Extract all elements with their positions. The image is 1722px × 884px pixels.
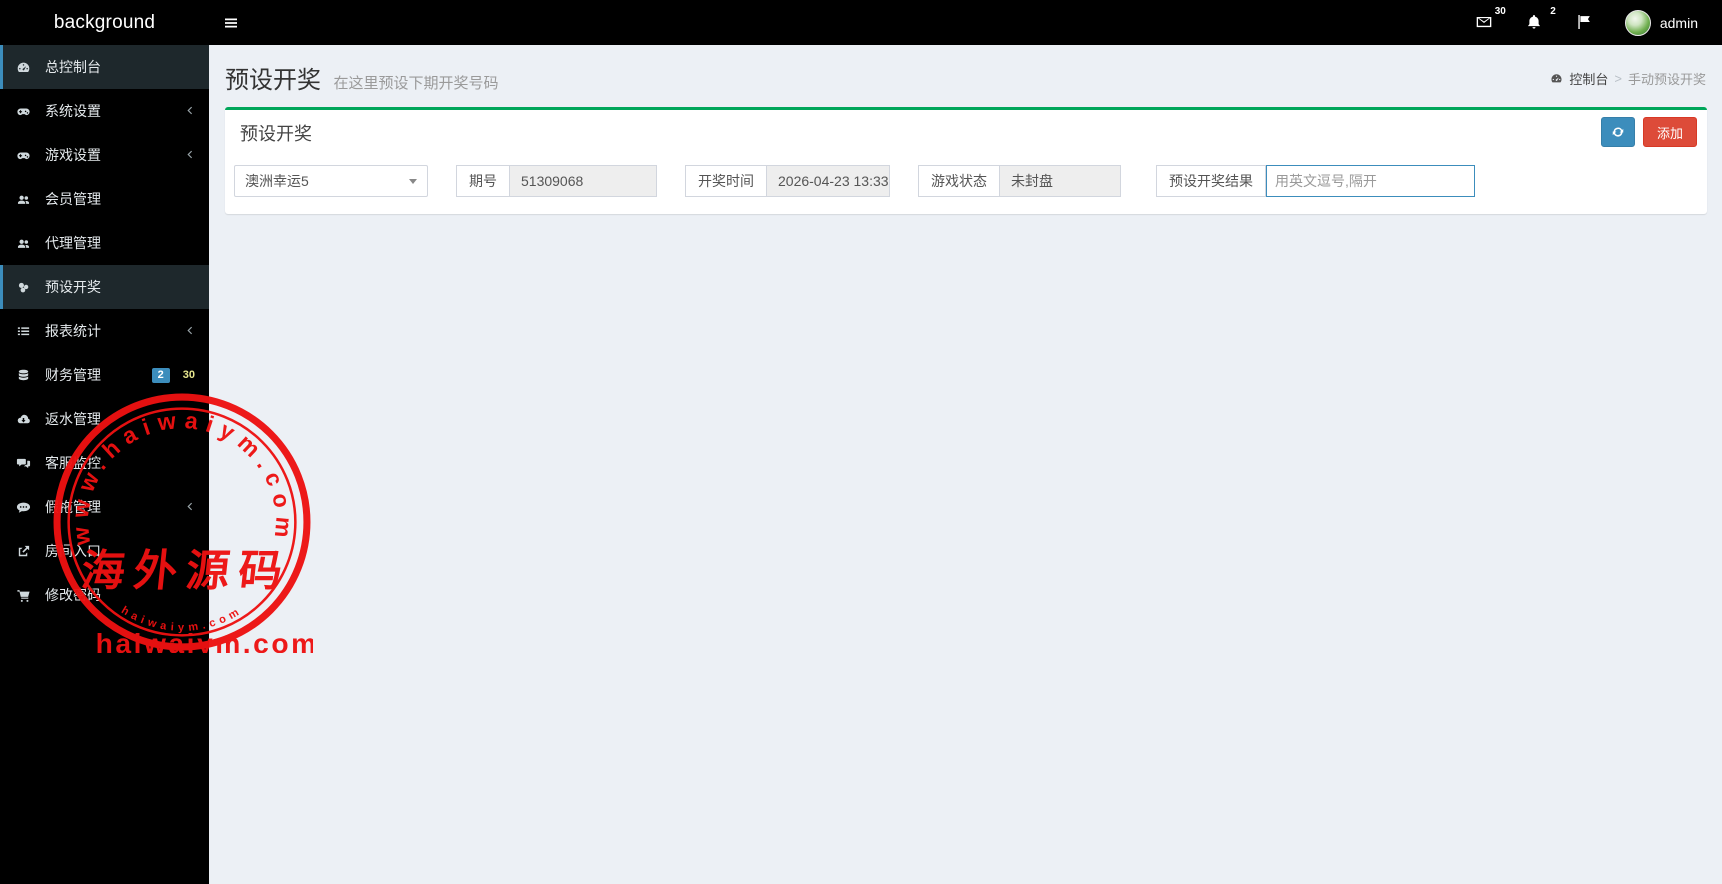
panel-title: 预设开奖	[240, 124, 312, 144]
notification-count-badge: 2	[1550, 5, 1556, 17]
chevron-left-icon	[184, 324, 201, 338]
game-status-value: 未封盘	[1000, 165, 1121, 197]
users-icon	[16, 235, 36, 251]
comments-icon	[16, 455, 36, 471]
sidebar-item-label: 游戏设置	[45, 147, 101, 163]
chevron-down-icon	[409, 178, 417, 184]
preset-result-group: 预设开奖结果	[1156, 165, 1475, 197]
sidebar-item-label: 房间入口	[45, 543, 101, 559]
gamepad-icon	[16, 147, 36, 163]
panel-header: 预设开奖 添加	[225, 110, 1707, 154]
status-badge: 30	[182, 368, 195, 381]
preset-result-label: 预设开奖结果	[1156, 165, 1266, 197]
page-title: 预设开奖	[225, 67, 321, 94]
user-name: admin	[1659, 14, 1698, 31]
sidebar-menu: 总控制台系统设置游戏设置会员管理代理管理预设开奖报表统计财务管理 2 30 返水管理客…	[0, 45, 209, 617]
dashboard-icon	[1550, 72, 1563, 85]
envelope-icon	[1475, 16, 1493, 35]
content-header: 预设开奖 在这里预设下期开奖号码 控制台 > 手动预设开奖	[209, 45, 1722, 107]
breadcrumb-home[interactable]: 控制台	[1569, 69, 1608, 88]
draw-time-group: 开奖时间 2026-04-23 13:33:4	[685, 165, 890, 197]
main-content: 预设开奖 在这里预设下期开奖号码 控制台 > 手动预设开奖 预设开奖 添加 澳洲…	[209, 45, 1722, 884]
share-icon	[16, 543, 36, 559]
panel-body: 澳洲幸运5 期号 51309068 开奖时间 2026-04-23 13:33:…	[225, 154, 1707, 214]
sidebar-item-label: 客服监控	[45, 455, 101, 471]
cart-icon	[16, 587, 36, 603]
breadcrumb-separator: >	[1614, 71, 1622, 86]
breadcrumb: 控制台 > 手动预设开奖	[1550, 69, 1706, 88]
refresh-button[interactable]	[1600, 117, 1635, 147]
sidebar-item-label: 报表统计	[45, 323, 101, 339]
issue-value: 51309068	[510, 165, 657, 197]
page-subtitle: 在这里预设下期开奖号码	[333, 75, 499, 92]
avatar	[1624, 9, 1651, 36]
refresh-icon	[1611, 125, 1625, 139]
cloud-download-icon	[16, 411, 36, 427]
flag-icon	[1575, 14, 1593, 35]
issue-group: 期号 51309068	[456, 165, 657, 197]
flag-menu[interactable]	[1575, 13, 1595, 33]
comment-icon	[16, 499, 36, 515]
sidebar-item-label: 财务管理	[45, 367, 101, 383]
sidebar-item-label: 会员管理	[45, 191, 101, 207]
sidebar-item-label: 修改密码	[45, 587, 101, 603]
sidebar-item-label: 系统设置	[45, 103, 101, 119]
top-bar: background 30 2 admin	[0, 0, 1722, 45]
app-logo[interactable]: background	[0, 0, 209, 45]
sidebar-item-preset-draw[interactable]: 预设开奖	[0, 265, 209, 309]
panel-tools: 添加	[1600, 117, 1697, 147]
database-icon	[16, 367, 36, 383]
chevron-left-icon	[184, 500, 201, 514]
sidebar-item-rebate[interactable]: 返水管理	[0, 397, 209, 441]
sidebar-item-system-settings[interactable]: 系统设置	[0, 89, 209, 133]
users-icon	[16, 191, 36, 207]
sidebar-item-dashboard[interactable]: 总控制台	[0, 45, 209, 89]
mail-count-badge: 30	[1494, 5, 1506, 17]
sidebar-item-members[interactable]: 会员管理	[0, 177, 209, 221]
sidebar-item-agents[interactable]: 代理管理	[0, 221, 209, 265]
sidebar-item-support-monitor[interactable]: 客服监控	[0, 441, 209, 485]
draw-time-label: 开奖时间	[685, 165, 767, 197]
game-status-label: 游戏状态	[918, 165, 1000, 197]
bell-icon	[1525, 14, 1543, 35]
preset-result-input[interactable]	[1266, 165, 1475, 197]
draw-time-value: 2026-04-23 13:33:4	[767, 165, 890, 197]
sidebar-item-finance[interactable]: 财务管理 2 30	[0, 353, 209, 397]
sidebar: 总控制台系统设置游戏设置会员管理代理管理预设开奖报表统计财务管理 2 30 返水管理客…	[0, 45, 209, 884]
game-select-value: 澳洲幸运5	[245, 173, 309, 189]
balls-icon	[16, 279, 36, 295]
list-icon	[16, 323, 36, 339]
chevron-left-icon	[184, 104, 201, 118]
sidebar-item-label: 代理管理	[45, 235, 101, 251]
user-menu[interactable]: admin	[1624, 9, 1698, 36]
notifications-icon[interactable]: 2	[1525, 6, 1556, 35]
issue-label: 期号	[456, 165, 510, 197]
sidebar-item-room-entry[interactable]: 房间入口	[0, 529, 209, 573]
chevron-left-icon	[184, 148, 201, 162]
hamburger-icon[interactable]	[209, 0, 253, 45]
add-button[interactable]: 添加	[1642, 117, 1697, 147]
sidebar-item-reports[interactable]: 报表统计	[0, 309, 209, 353]
dashboard-icon	[16, 59, 36, 75]
status-badge: 2	[151, 367, 170, 383]
sidebar-item-label: 预设开奖	[45, 279, 101, 295]
sidebar-item-label: 返水管理	[45, 411, 101, 427]
sidebar-badges: 2 30	[151, 367, 201, 383]
sidebar-item-fake-drag[interactable]: 假拖管理	[0, 485, 209, 529]
breadcrumb-current: 手动预设开奖	[1627, 72, 1706, 87]
mail-icon[interactable]: 30	[1475, 6, 1506, 35]
preset-draw-panel: 预设开奖 添加 澳洲幸运5 期号 51309068 开奖时间 2026-04-2…	[225, 107, 1707, 214]
gamepad-icon	[16, 103, 36, 119]
game-select[interactable]: 澳洲幸运5	[234, 165, 428, 197]
top-right-nav: 30 2 admin	[1475, 6, 1722, 36]
sidebar-item-game-settings[interactable]: 游戏设置	[0, 133, 209, 177]
sidebar-item-label: 总控制台	[45, 59, 101, 75]
game-status-group: 游戏状态 未封盘	[918, 165, 1121, 197]
sidebar-item-label: 假拖管理	[45, 499, 101, 515]
sidebar-item-change-password[interactable]: 修改密码	[0, 573, 209, 617]
